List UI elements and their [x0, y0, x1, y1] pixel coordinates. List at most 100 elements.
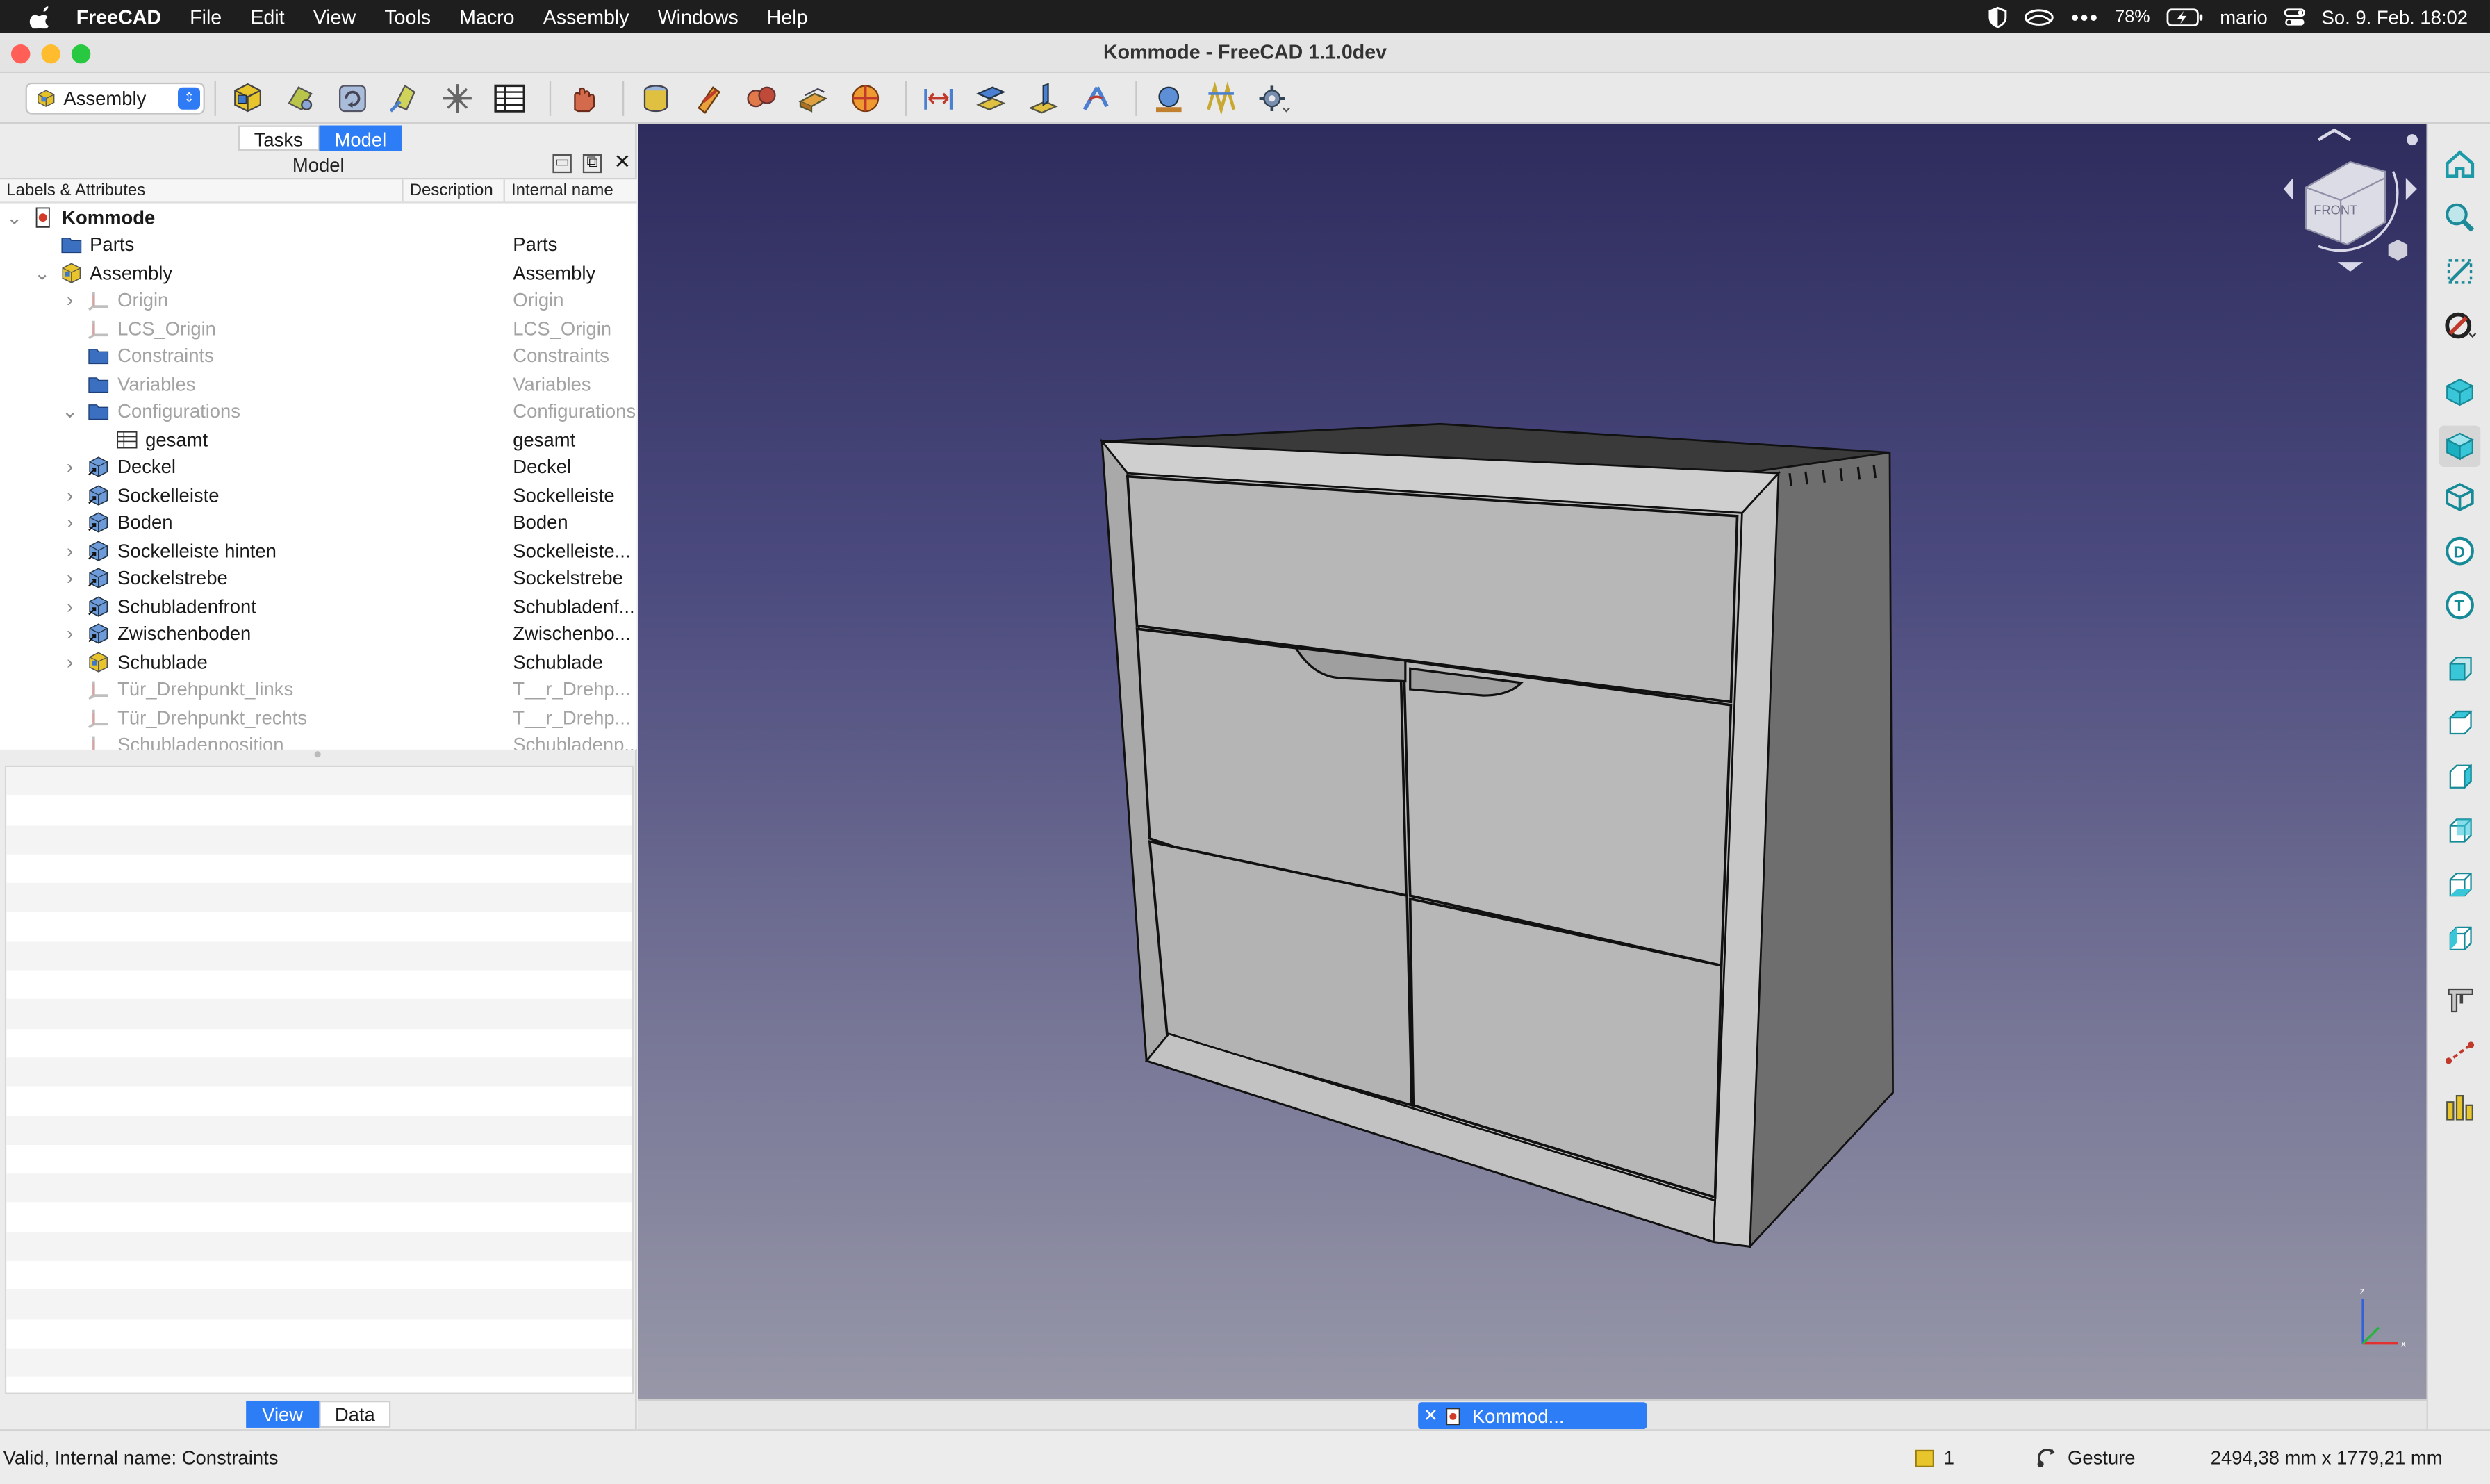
- zoom-window-button[interactable]: [71, 44, 91, 64]
- tree-row[interactable]: › Boden Boden: [0, 509, 637, 537]
- view-bottom-button[interactable]: [2439, 864, 2480, 905]
- fixed-joint-button[interactable]: [634, 76, 678, 120]
- tree-row[interactable]: › Sockelleiste Sockelleiste: [0, 481, 637, 509]
- revolute-joint-button[interactable]: [686, 76, 730, 120]
- menu-assembly[interactable]: Assembly: [529, 6, 643, 28]
- 3d-viewport[interactable]: FRONT x z: [638, 124, 2427, 1399]
- tree-row[interactable]: Parts Parts: [0, 231, 637, 259]
- tree-row[interactable]: › Deckel Deckel: [0, 454, 637, 481]
- splitter-handle[interactable]: [314, 751, 321, 758]
- nav-left-arrow-icon[interactable]: [2283, 177, 2293, 200]
- close-panel-button[interactable]: ✕: [613, 151, 632, 173]
- tree-row[interactable]: ⌄ Kommode: [0, 204, 637, 231]
- menu-tools[interactable]: Tools: [370, 6, 445, 28]
- solve-assembly-button[interactable]: [330, 76, 374, 120]
- view-right-button[interactable]: [2439, 756, 2480, 797]
- tab-model[interactable]: Model: [318, 125, 403, 151]
- cloud-icon[interactable]: [2023, 7, 2055, 26]
- view-front-button[interactable]: [2439, 648, 2480, 689]
- perpendicular-joint-button[interactable]: [1021, 76, 1066, 120]
- tree-row[interactable]: ⌄ Configurations Configurations: [0, 398, 637, 426]
- tab-view[interactable]: View: [246, 1400, 319, 1428]
- draw-style-button[interactable]: [2439, 305, 2480, 346]
- create-assembly-button[interactable]: [226, 76, 270, 120]
- view-left-button[interactable]: [2439, 918, 2480, 959]
- chevron-right-icon[interactable]: ›: [62, 595, 78, 618]
- chevron-right-icon[interactable]: ›: [62, 290, 78, 312]
- dimetric-view-button[interactable]: D: [2439, 530, 2480, 571]
- insert-component-button[interactable]: [278, 76, 322, 120]
- front-view-button[interactable]: [2439, 425, 2481, 467]
- control-center-icon[interactable]: [2284, 7, 2306, 26]
- explode-button[interactable]: [383, 76, 427, 120]
- create-simulation-button[interactable]: [1199, 76, 1244, 120]
- menu-macro[interactable]: Macro: [445, 6, 529, 28]
- menu-app-name[interactable]: FreeCAD: [67, 6, 176, 28]
- col-internal-name[interactable]: Internal name: [505, 179, 637, 201]
- measure-tool-button[interactable]: [2439, 978, 2480, 1019]
- wireframe-view-button[interactable]: [2439, 477, 2480, 518]
- battery-icon[interactable]: [2166, 7, 2204, 26]
- slider-joint-button[interactable]: [791, 76, 835, 120]
- selection-counter[interactable]: 1: [1915, 1446, 1954, 1469]
- ground-button[interactable]: [435, 76, 479, 120]
- shield-icon[interactable]: [1988, 6, 2007, 28]
- fit-all-button[interactable]: [2439, 197, 2480, 238]
- close-tab-icon[interactable]: ✕: [1418, 1405, 1444, 1426]
- cylindrical-joint-button[interactable]: [739, 76, 783, 120]
- float-panel-button[interactable]: ⧉: [582, 154, 602, 174]
- tree-row[interactable]: Schubladenposition Schubladenp...: [0, 732, 637, 750]
- 3d-scene[interactable]: FRONT x z: [638, 124, 2427, 1399]
- menubar-datetime[interactable]: So. 9. Feb. 18:02: [2322, 6, 2468, 28]
- apple-icon[interactable]: [28, 5, 51, 28]
- menu-view[interactable]: View: [299, 6, 370, 28]
- chevron-right-icon[interactable]: ›: [62, 623, 78, 645]
- home-view-button[interactable]: [2439, 143, 2480, 184]
- angle-joint-button[interactable]: [1073, 76, 1118, 120]
- nav-rotate-up-icon[interactable]: [2317, 128, 2352, 142]
- view-top-button[interactable]: [2439, 702, 2480, 743]
- menubar-user[interactable]: mario: [2220, 6, 2268, 28]
- isometric-view-button[interactable]: [2439, 372, 2480, 413]
- trimetric-view-button[interactable]: T: [2439, 584, 2480, 625]
- tree-row[interactable]: › Zwischenboden Zwischenbo...: [0, 620, 637, 648]
- nav-small-cube-icon[interactable]: [2388, 240, 2408, 261]
- tab-data[interactable]: Data: [318, 1400, 391, 1428]
- chevron-right-icon[interactable]: ›: [62, 540, 78, 562]
- col-labels[interactable]: Labels & Attributes: [0, 179, 404, 202]
- tree-row[interactable]: ⌄ Assembly Assembly: [0, 259, 637, 287]
- menu-edit[interactable]: Edit: [236, 6, 299, 28]
- tree-row[interactable]: › Schubladenfront Schubladenf...: [0, 593, 637, 620]
- tree-row[interactable]: › Sockelstrebe Sockelstrebe: [0, 565, 637, 593]
- tree-row[interactable]: Variables Variables: [0, 370, 637, 398]
- chevron-right-icon[interactable]: ›: [62, 484, 78, 506]
- tree-row[interactable]: › Schublade Schublade: [0, 648, 637, 676]
- chevron-right-icon[interactable]: ›: [62, 568, 78, 590]
- menu-file[interactable]: File: [176, 6, 236, 28]
- chevron-down-icon[interactable]: ⌄: [34, 262, 50, 284]
- tree-row[interactable]: Tür_Drehpunkt_rechts T__r_Drehp...: [0, 704, 637, 732]
- chevron-down-icon[interactable]: ⌄: [6, 206, 22, 229]
- col-description[interactable]: Description: [404, 179, 505, 202]
- nav-menu-dot-icon[interactable]: [2406, 134, 2418, 146]
- create-view-button[interactable]: [1146, 76, 1191, 120]
- nav-right-arrow-icon[interactable]: [2405, 177, 2417, 200]
- menu-help[interactable]: Help: [752, 6, 822, 28]
- workbench-selector[interactable]: Assembly ⇕: [25, 81, 205, 114]
- chevron-right-icon[interactable]: ›: [62, 456, 78, 479]
- close-window-button[interactable]: [10, 44, 31, 64]
- chevron-down-icon[interactable]: ⌄: [62, 401, 78, 423]
- tree-row[interactable]: › Origin Origin: [0, 287, 637, 315]
- fit-selection-button[interactable]: [2439, 251, 2480, 292]
- chevron-right-icon[interactable]: ›: [62, 651, 78, 673]
- distance-joint-button[interactable]: [916, 76, 961, 120]
- bom-button[interactable]: [488, 76, 532, 120]
- document-tab[interactable]: ✕ Kommod...: [1418, 1402, 1647, 1430]
- measure-distance-button[interactable]: [2439, 1032, 2480, 1073]
- tree-row[interactable]: Tür_Drehpunkt_links T__r_Drehp...: [0, 676, 637, 704]
- view-rear-button[interactable]: [2439, 810, 2480, 851]
- settings-dropdown-button[interactable]: [1251, 76, 1296, 120]
- bar-chart-button[interactable]: [2439, 1086, 2480, 1127]
- tree-row[interactable]: Constraints Constraints: [0, 343, 637, 370]
- nav-down-arrow-icon[interactable]: [2337, 262, 2364, 272]
